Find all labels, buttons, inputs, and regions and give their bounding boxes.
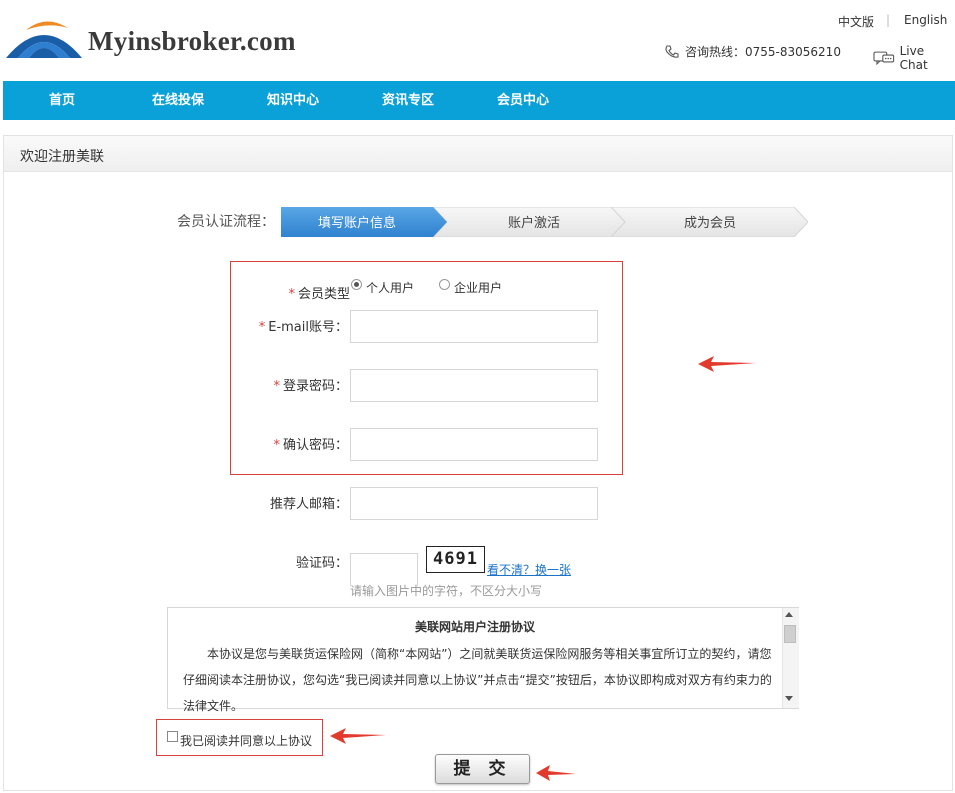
page-title: 欢迎注册美联 <box>20 149 104 165</box>
main-nav: 首页 在线投保 知识中心 资讯专区 会员中心 <box>3 81 955 120</box>
agreement-title: 美联网站用户注册协议 <box>414 620 535 634</box>
chat-bubble-icon <box>873 51 895 65</box>
referrer-email-input[interactable] <box>350 487 598 520</box>
step-become-member: 成为会员 <box>684 216 737 231</box>
agreement-scrollbar[interactable] <box>782 608 799 708</box>
lang-english-link[interactable]: English <box>904 13 947 27</box>
password-label: * 登录密码： <box>273 379 348 394</box>
lang-separator: | <box>886 13 891 27</box>
nav-item-member-center[interactable]: 会员中心 <box>497 81 549 120</box>
nav-item-news[interactable]: 资讯专区 <box>382 81 434 120</box>
email-label: * E-mail账号： <box>258 320 348 335</box>
brand-name: Myinsbroker.com <box>88 26 296 56</box>
step-activate: 账户激活 <box>508 216 561 231</box>
captcha-image[interactable]: 4691 <box>426 546 485 573</box>
nav-item-knowledge[interactable]: 知识中心 <box>267 81 319 120</box>
radio-enterprise-label[interactable]: 企业用户 <box>454 279 502 296</box>
live-chat-link[interactable]: Live Chat <box>873 44 955 72</box>
annotation-arrow-icon <box>330 728 386 744</box>
password-input[interactable] <box>350 369 598 402</box>
radio-personal-label[interactable]: 个人用户 <box>366 279 414 296</box>
email-input[interactable] <box>350 310 598 343</box>
submit-button[interactable]: 提 交 <box>435 754 530 784</box>
agree-checkbox-label[interactable]: 我已阅读并同意以上协议 <box>180 732 312 749</box>
panel-header <box>4 136 952 172</box>
confirm-password-input[interactable] <box>350 428 598 461</box>
confirm-password-label: * 确认密码： <box>273 438 348 453</box>
scrollbar-thumb[interactable] <box>784 625 796 643</box>
scroll-up-arrow-icon[interactable] <box>785 612 793 617</box>
captcha-hint: 请输入图片中的字符，不区分大小写 <box>350 584 543 598</box>
nav-item-online-insure[interactable]: 在线投保 <box>152 81 204 120</box>
steps-label: 会员认证流程： <box>177 214 275 230</box>
phone-icon <box>665 44 679 58</box>
annotation-arrow-icon <box>536 765 576 781</box>
captcha-refresh-link[interactable]: 看不清？换一张 <box>487 561 571 578</box>
nav-item-home[interactable]: 首页 <box>49 81 75 120</box>
member-type-label: * 会员类型 <box>288 287 350 302</box>
annotation-arrow-icon <box>698 356 756 372</box>
captcha-label: 验证码： <box>295 556 348 571</box>
scroll-down-arrow-icon[interactable] <box>785 696 793 701</box>
hotline: 咨询热线：0755-83056210 <box>664 43 841 60</box>
radio-personal[interactable] <box>351 279 362 290</box>
hotline-text: 咨询热线：0755-83056210 <box>685 45 841 59</box>
live-chat-label: Live Chat <box>899 44 928 72</box>
agree-checkbox[interactable] <box>167 731 178 742</box>
referrer-email-label: 推荐人邮箱： <box>269 497 348 512</box>
lang-chinese-link[interactable]: 中文版 <box>838 13 874 30</box>
agreement-body: 本协议是您与美联货运保险网（简称“本网站”）之间就美联货运保险网服务等相关事宜所… <box>183 647 772 713</box>
step-fill-account: 填写账户信息 <box>318 216 397 231</box>
radio-enterprise[interactable] <box>439 279 450 290</box>
